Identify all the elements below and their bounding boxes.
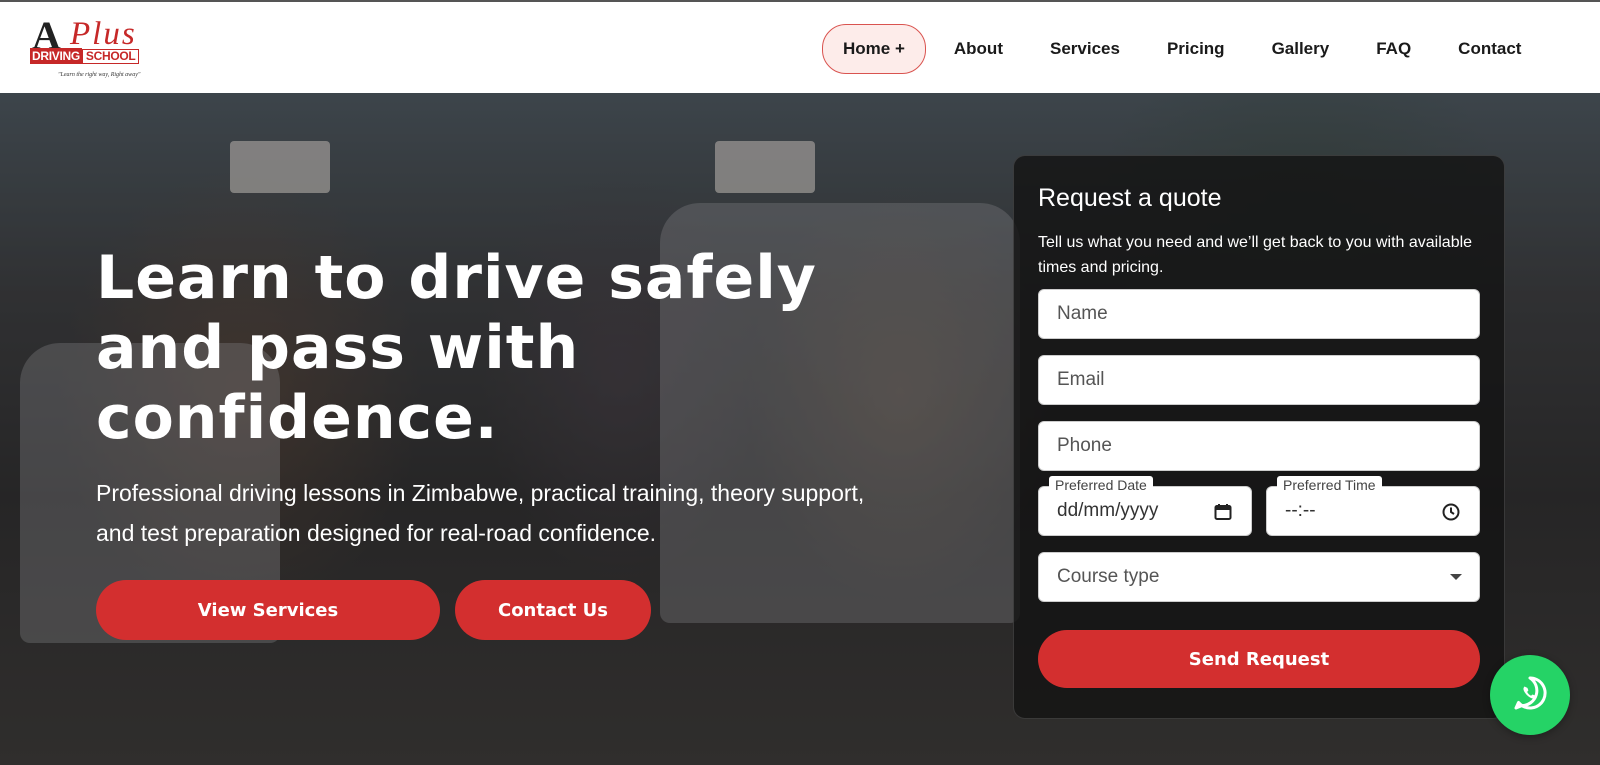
preferred-date-value: dd/mm/yyyy	[1057, 500, 1159, 521]
course-type-select[interactable]: Course type	[1038, 552, 1480, 602]
name-input[interactable]: Name	[1038, 289, 1480, 339]
quote-form-description: Tell us what you need and we’ll get back…	[1038, 234, 1473, 276]
top-navigation: A Plus DRIVING SCHOOL "Learn the right w…	[0, 0, 1600, 93]
logo-tagline: "Learn the right way, Right away"	[58, 72, 141, 78]
preferred-time-input[interactable]: Preferred Time --:--	[1266, 476, 1480, 536]
logo-driving: DRIVING	[30, 48, 82, 64]
calendar-icon[interactable]	[1213, 502, 1233, 528]
preferred-date-input[interactable]: Preferred Date dd/mm/yyyy	[1038, 476, 1252, 536]
view-services-button[interactable]: View Services	[96, 580, 440, 640]
whatsapp-button[interactable]	[1490, 655, 1570, 735]
nav-contact[interactable]: Contact	[1458, 39, 1521, 59]
logo-plus: Plus	[70, 16, 137, 52]
course-type-value: Course type	[1057, 566, 1160, 587]
nav-services[interactable]: Services	[1050, 39, 1120, 59]
preferred-time-label: Preferred Time	[1277, 476, 1382, 494]
logo-school: SCHOOL	[81, 48, 140, 64]
nav-home[interactable]: Home +	[822, 24, 926, 74]
send-request-button[interactable]: Send Request	[1038, 630, 1480, 688]
preferred-date-label: Preferred Date	[1049, 476, 1153, 494]
phone-input[interactable]: Phone	[1038, 421, 1480, 471]
preferred-time-value: --:--	[1285, 500, 1316, 521]
main-menu: Home + About Services Pricing Gallery FA…	[822, 24, 1521, 74]
email-input[interactable]: Email	[1038, 355, 1480, 405]
nav-pricing[interactable]: Pricing	[1167, 39, 1225, 59]
nav-about[interactable]: About	[954, 39, 1003, 59]
hero-section: Learn to drive safely and pass with conf…	[0, 93, 1600, 765]
quote-form: Request a quote Tell us what you need an…	[1013, 155, 1505, 719]
whatsapp-icon	[1510, 673, 1550, 718]
quote-form-title: Request a quote	[1038, 184, 1222, 212]
contact-us-button[interactable]: Contact Us	[455, 580, 651, 640]
nav-faq[interactable]: FAQ	[1376, 39, 1411, 59]
site-logo[interactable]: A Plus DRIVING SCHOOL "Learn the right w…	[30, 14, 170, 84]
nav-gallery[interactable]: Gallery	[1272, 39, 1330, 59]
hero-subtitle: Professional driving lessons in Zimbabwe…	[96, 480, 865, 546]
hero-title: Learn to drive safely and pass with conf…	[96, 243, 817, 453]
chevron-down-icon	[1449, 566, 1463, 588]
logo-wordmark: DRIVING SCHOOL	[30, 48, 140, 64]
clock-icon[interactable]	[1441, 502, 1461, 528]
